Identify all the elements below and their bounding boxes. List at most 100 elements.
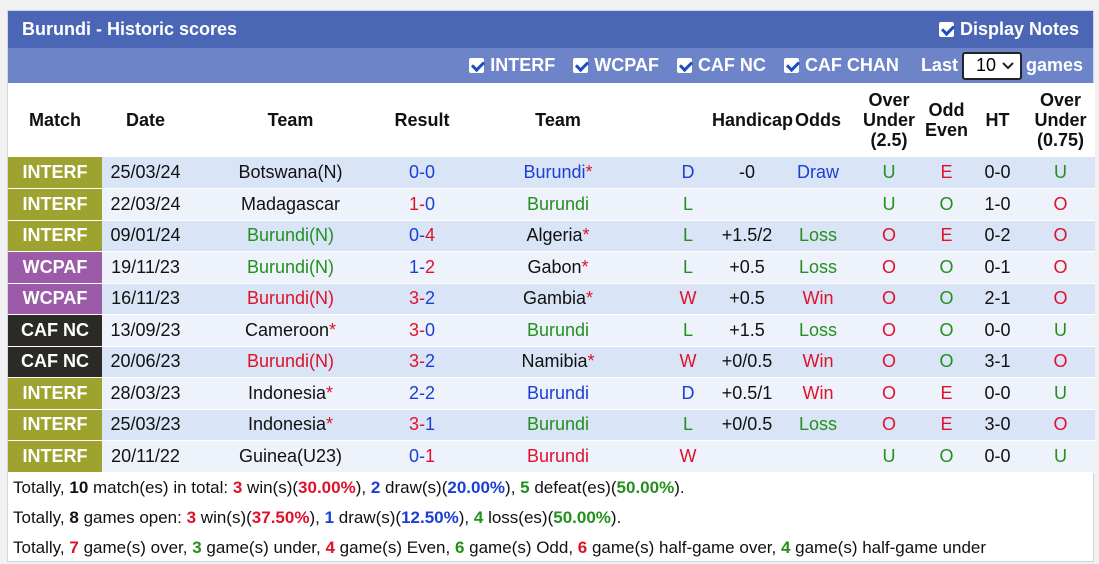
away-team[interactable]: Burundi [452, 377, 664, 410]
away-team-name[interactable]: Gambia [523, 288, 586, 308]
away-team-name[interactable]: Burundi [527, 194, 589, 214]
display-notes-toggle[interactable]: Display Notes [938, 19, 1079, 40]
match-result[interactable]: 3-2 [392, 283, 452, 315]
away-team-name[interactable]: Burundi [527, 320, 589, 340]
home-team-name[interactable]: Burundi(N) [247, 257, 334, 277]
filter-caf-nc[interactable]: CAF NC [676, 55, 766, 76]
match-date: 19/11/23 [102, 251, 189, 284]
home-team[interactable]: Cameroon* [189, 314, 392, 347]
filter-caf-chan[interactable]: CAF CHAN [783, 55, 899, 76]
away-team[interactable]: Algeria* [452, 220, 664, 252]
league-badge[interactable]: INTERF [8, 188, 102, 221]
checkbox-checked-icon[interactable] [469, 58, 485, 73]
col-team-away: Team [452, 83, 664, 157]
home-team[interactable]: Burundi(N) [189, 251, 392, 284]
home-team-name[interactable]: Botswana(N) [238, 162, 342, 182]
summary-segment: games open: [78, 507, 187, 527]
checkbox-checked-icon[interactable] [783, 58, 799, 73]
table-row: CAF NC 20/06/23 Burundi(N) 3-2 Namibia* W +0/0… [8, 346, 1095, 378]
match-result[interactable]: 0-1 [392, 440, 452, 473]
away-team[interactable]: Gambia* [452, 283, 664, 315]
summary-segment: game(s) over, [78, 537, 193, 557]
match-result[interactable]: 3-2 [392, 346, 452, 378]
league-badge[interactable]: INTERF [8, 440, 102, 473]
away-team[interactable]: Burundi [452, 409, 664, 441]
summary-segment: 4 [473, 507, 484, 527]
home-team[interactable]: Botswana(N) [189, 157, 392, 189]
col-ou-line3: (2.5) [870, 130, 908, 150]
away-team-name[interactable]: Gabon [527, 257, 581, 277]
away-team-name[interactable]: Burundi [523, 162, 585, 182]
league-badge[interactable]: CAF NC [8, 314, 102, 347]
handicap: +0/0.5 [712, 409, 782, 441]
summary-segment: 6 [454, 537, 465, 557]
checkbox-checked-icon[interactable] [573, 58, 589, 73]
col-result: Result [392, 83, 452, 157]
summary-segment: 4 [780, 537, 791, 557]
filter-wcpaf[interactable]: WCPAF [573, 55, 659, 76]
filter-interf[interactable]: INTERF [469, 55, 555, 76]
league-badge[interactable]: WCPAF [8, 283, 102, 315]
handicap: +0/0.5 [712, 346, 782, 378]
match-date: 28/03/23 [102, 377, 189, 410]
away-team[interactable]: Namibia* [452, 346, 664, 378]
summary-segment: draw(s)( [334, 507, 402, 527]
last-games-select[interactable]: 10 [961, 51, 1022, 80]
home-team[interactable]: Burundi(N) [189, 346, 392, 378]
match-result[interactable]: 0-0 [392, 157, 452, 189]
home-team-name[interactable]: Burundi(N) [247, 351, 334, 371]
home-team[interactable]: Burundi(N) [189, 283, 392, 315]
over-under-half: U [1026, 314, 1095, 347]
away-team-name[interactable]: Burundi [527, 446, 589, 466]
over-under: O [854, 314, 924, 347]
odds-result: Win [782, 283, 854, 315]
league-badge[interactable]: INTERF [8, 377, 102, 410]
home-team[interactable]: Indonesia* [189, 409, 392, 441]
away-team-name[interactable]: Burundi [527, 414, 589, 434]
match-result[interactable]: 1-2 [392, 251, 452, 284]
league-badge[interactable]: CAF NC [8, 346, 102, 378]
wdl-result: W [664, 346, 712, 378]
table-row: INTERF 25/03/24 Botswana(N) 0-0 Burundi* D -0 D… [8, 157, 1095, 189]
home-team-name[interactable]: Madagascar [241, 194, 340, 214]
away-team[interactable]: Gabon* [452, 251, 664, 284]
odds-result [782, 440, 854, 473]
away-team-name[interactable]: Namibia [521, 351, 587, 371]
home-team-name[interactable]: Guinea(U23) [239, 446, 342, 466]
home-team[interactable]: Indonesia* [189, 377, 392, 410]
away-team[interactable]: Burundi* [452, 157, 664, 189]
checkbox-checked-icon[interactable] [676, 58, 692, 73]
handicap: +1.5/2 [712, 220, 782, 252]
home-team[interactable]: Burundi(N) [189, 220, 392, 252]
table-row: INTERF 22/03/24 Madagascar 1-0 Burundi L U O 1-0… [8, 188, 1095, 221]
away-team[interactable]: Burundi [452, 314, 664, 347]
summary-segment: Totally, [13, 507, 70, 527]
score-value: 4 [425, 225, 436, 246]
league-badge[interactable]: INTERF [8, 157, 102, 189]
match-result[interactable]: 2-2 [392, 377, 452, 410]
away-team[interactable]: Burundi [452, 440, 664, 473]
home-team-name[interactable]: Indonesia [248, 383, 326, 403]
home-team[interactable]: Madagascar [189, 188, 392, 221]
home-team-name[interactable]: Burundi(N) [247, 288, 334, 308]
filter-label: INTERF [490, 55, 556, 75]
home-team[interactable]: Guinea(U23) [189, 440, 392, 473]
home-team-name[interactable]: Indonesia [248, 414, 326, 434]
home-team-name[interactable]: Cameroon [245, 320, 329, 340]
league-badge[interactable]: INTERF [8, 409, 102, 441]
away-team-name[interactable]: Burundi [527, 383, 589, 403]
checkbox-checked-icon[interactable] [938, 22, 954, 37]
over-under: O [854, 251, 924, 284]
score-value: 3 [408, 288, 419, 309]
score-value: 2 [408, 382, 419, 403]
match-result[interactable]: 1-0 [392, 188, 452, 221]
match-result[interactable]: 0-4 [392, 220, 452, 252]
match-result[interactable]: 3-1 [392, 409, 452, 441]
away-team[interactable]: Burundi [452, 188, 664, 221]
match-result[interactable]: 3-0 [392, 314, 452, 347]
league-badge[interactable]: WCPAF [8, 251, 102, 284]
league-badge[interactable]: INTERF [8, 220, 102, 252]
home-team-name[interactable]: Burundi(N) [247, 225, 334, 245]
away-team-name[interactable]: Algeria [526, 225, 582, 245]
score-value: 1 [425, 414, 436, 435]
